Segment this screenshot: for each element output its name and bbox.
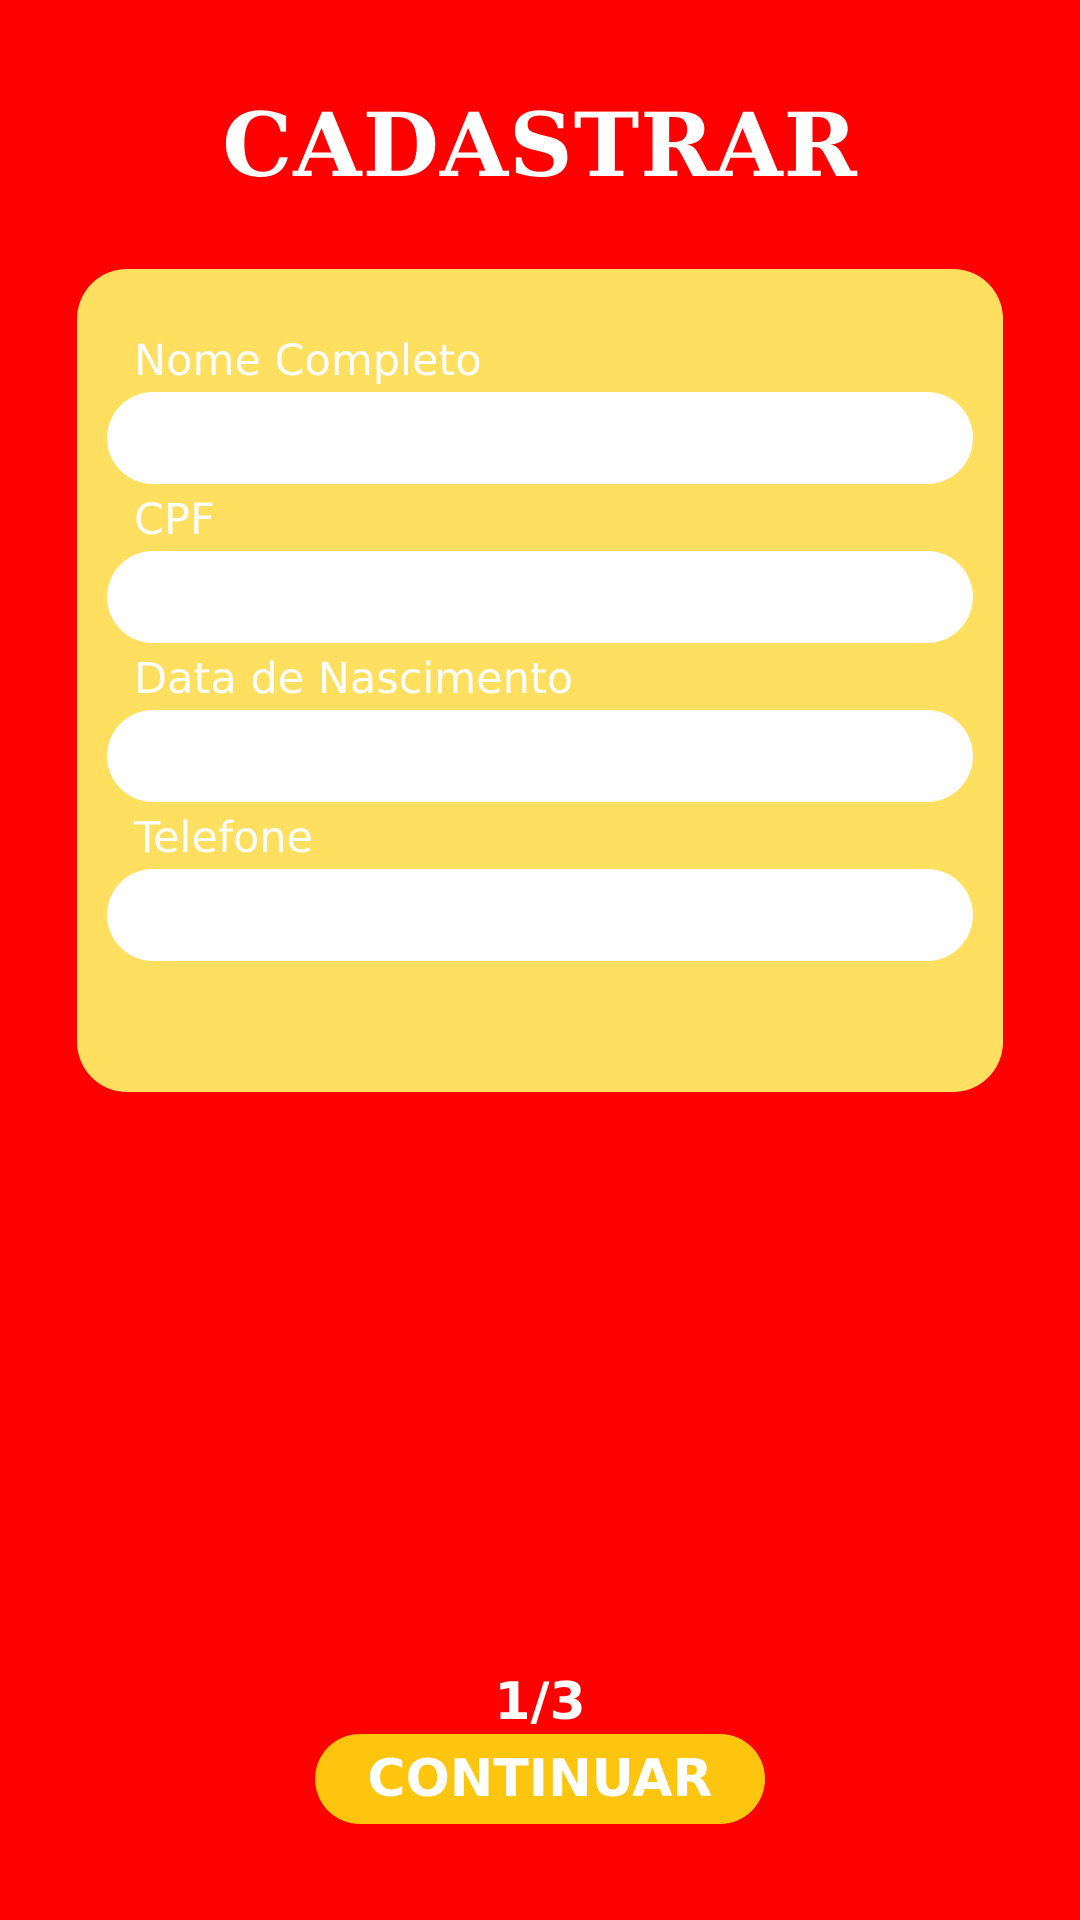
birth-date-label: Data de Nascimento: [134, 654, 574, 704]
full-name-input[interactable]: [107, 392, 973, 484]
registration-form-card: Nome Completo CPF Data de Nascimento Tel…: [77, 269, 1003, 1092]
step-indicator: 1/3: [494, 1672, 586, 1732]
birth-date-input[interactable]: [107, 710, 973, 802]
cpf-label: CPF: [134, 495, 215, 545]
cpf-input[interactable]: [107, 551, 973, 643]
continue-button[interactable]: CONTINUAR: [315, 1734, 765, 1824]
phone-input[interactable]: [107, 869, 973, 961]
full-name-label: Nome Completo: [134, 336, 482, 386]
page-title: CADASTRAR: [222, 93, 858, 197]
phone-label: Telefone: [134, 813, 313, 863]
